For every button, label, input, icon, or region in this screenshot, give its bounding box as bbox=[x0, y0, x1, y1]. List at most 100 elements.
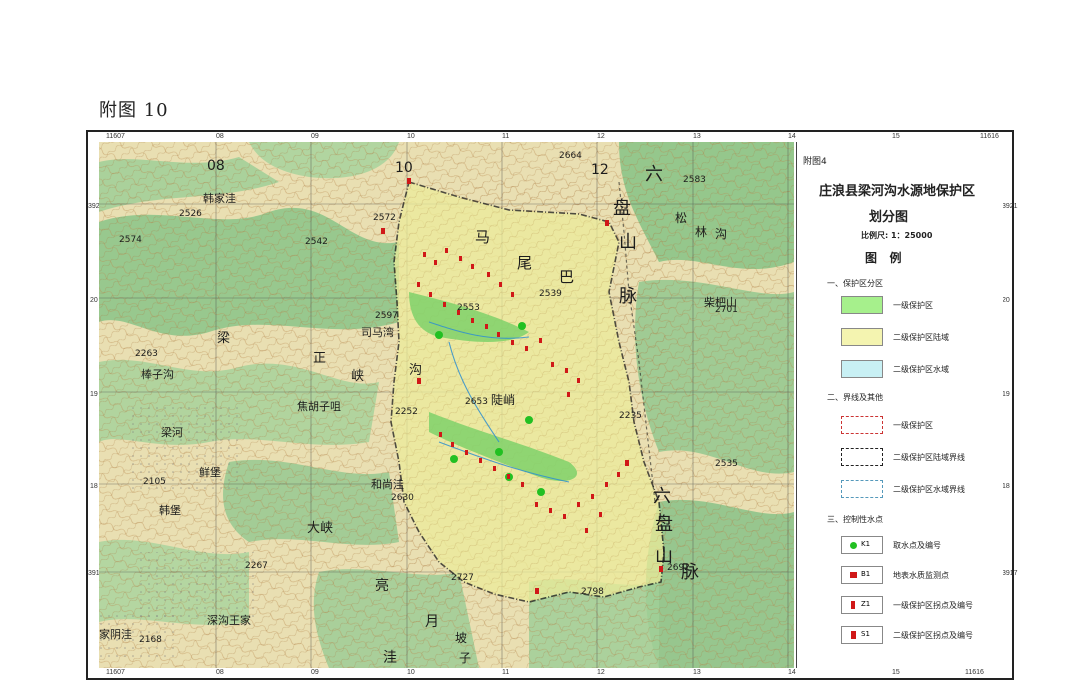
zone2-label: 二级保护区陆域 bbox=[893, 333, 949, 342]
top-tick: 11616 bbox=[980, 133, 999, 140]
map-label: 司马湾 bbox=[361, 325, 394, 339]
map-label: 山 bbox=[619, 232, 637, 253]
map-label: 林 bbox=[695, 225, 707, 239]
line2-swatch bbox=[841, 448, 883, 466]
map-label: 2630 bbox=[391, 493, 414, 503]
map-label: 家阴洼 bbox=[99, 627, 132, 641]
left-tick: 20 bbox=[90, 297, 98, 304]
zone1-label: 一级保护区 bbox=[893, 301, 933, 310]
top-tick: 11607 bbox=[106, 133, 125, 140]
map-label: 10 bbox=[395, 160, 413, 176]
map-label: 2526 bbox=[179, 209, 202, 219]
top-tick: 14 bbox=[788, 133, 796, 140]
map-label: 松 bbox=[675, 211, 687, 225]
map-label: 2727 bbox=[451, 573, 474, 583]
map-label: 子 bbox=[459, 651, 471, 665]
legend-title: 庄浪县梁河沟水源地保护区 bbox=[819, 184, 976, 199]
map-label: 梁 bbox=[217, 331, 230, 346]
zone1-swatch bbox=[841, 296, 883, 314]
line1-swatch bbox=[841, 416, 883, 434]
map-label: 峡 bbox=[351, 369, 364, 384]
intake-swatch: K1 bbox=[841, 536, 883, 554]
pt4-label: 二级保护区拐点及编号 bbox=[893, 631, 973, 640]
s-marker-swatch: S1 bbox=[841, 626, 883, 644]
page-title: 附图 10 bbox=[99, 100, 169, 121]
bottom-tick: 11616 bbox=[965, 669, 984, 676]
map-label: 2263 bbox=[135, 349, 158, 359]
map-label: 正 bbox=[313, 351, 326, 366]
monitor-code: B1 bbox=[861, 570, 871, 578]
map-label: 12 bbox=[591, 162, 609, 178]
bottom-tick: 08 bbox=[216, 669, 224, 676]
map-label: 六 bbox=[653, 486, 671, 507]
z-marker-code: Z1 bbox=[861, 600, 871, 608]
monitor-icon bbox=[850, 572, 857, 578]
left-tick: 18 bbox=[90, 483, 98, 490]
map-label: 2692 bbox=[667, 563, 690, 573]
legend-corner-note: 附图4 bbox=[803, 157, 827, 167]
top-tick: 09 bbox=[311, 133, 319, 140]
bottom-tick: 12 bbox=[597, 669, 605, 676]
pt3-label: 一级保护区拐点及编号 bbox=[893, 601, 973, 610]
map-label: 沟 bbox=[409, 363, 422, 378]
top-tick: 15 bbox=[892, 133, 900, 140]
bottom-tick: 10 bbox=[407, 669, 415, 676]
map-label: 2539 bbox=[539, 289, 562, 299]
map-label: 六 bbox=[645, 164, 663, 185]
map-label: 尾 bbox=[517, 254, 532, 272]
map-label: 梁河 bbox=[161, 425, 183, 439]
right-tick: 3921 bbox=[1002, 203, 1018, 210]
left-tick: 19 bbox=[90, 391, 98, 398]
map-label: 洼 bbox=[383, 650, 397, 666]
z-marker-swatch: Z1 bbox=[841, 596, 883, 614]
map-label: 鲜堡 bbox=[199, 465, 221, 479]
map-label: 08 bbox=[207, 158, 225, 174]
map-label: 2583 bbox=[683, 175, 706, 185]
line1-label: 一级保护区 bbox=[893, 421, 933, 430]
map-label: 马 bbox=[475, 228, 490, 246]
top-tick: 12 bbox=[597, 133, 605, 140]
s-marker-code: S1 bbox=[861, 630, 870, 638]
legend-heading: 图 例 bbox=[865, 251, 902, 265]
map-label: 棒子沟 bbox=[141, 367, 174, 381]
top-tick: 08 bbox=[216, 133, 224, 140]
map-label: 大峡 bbox=[307, 521, 333, 536]
zone3-swatch bbox=[841, 360, 883, 378]
right-tick: 20 bbox=[1002, 297, 1010, 304]
map-label: 沟 bbox=[715, 227, 727, 241]
top-tick: 11 bbox=[502, 133, 510, 140]
line3-swatch bbox=[841, 480, 883, 498]
legend-subtitle: 划分图 bbox=[869, 210, 909, 225]
bottom-tick: 13 bbox=[693, 669, 701, 676]
topographic-map[interactable]: 08 10 12 六 盘 山 脉 六 盘 山 脉 马 尾 巴 松 林 沟 柴杷山… bbox=[99, 142, 794, 668]
map-label: 盘 bbox=[613, 198, 631, 219]
map-label: 陡峭 bbox=[491, 393, 515, 407]
bottom-tick: 15 bbox=[892, 669, 900, 676]
top-tick: 13 bbox=[693, 133, 701, 140]
map-label: 2267 bbox=[245, 561, 268, 571]
map-label: 2105 bbox=[143, 477, 166, 487]
map-label: 2798 bbox=[581, 587, 604, 597]
map-label: 坡 bbox=[455, 631, 467, 645]
monitor-swatch: B1 bbox=[841, 566, 883, 584]
map-label: 2252 bbox=[395, 407, 418, 417]
top-tick: 10 bbox=[407, 133, 415, 140]
map-label: 2535 bbox=[715, 459, 738, 469]
map-label: 2235 bbox=[619, 411, 642, 421]
legend-panel: 附图4 庄浪县梁河沟水源地保护区 划分图 比例尺: 1：25000 图 例 一、… bbox=[796, 142, 1003, 668]
s-marker-icon bbox=[851, 631, 856, 639]
map-label: 2168 bbox=[139, 635, 162, 645]
right-tick: 3917 bbox=[1002, 570, 1018, 577]
map-label: 亮 bbox=[375, 577, 389, 594]
pt2-label: 地表水质监测点 bbox=[893, 571, 949, 580]
right-tick: 19 bbox=[1002, 391, 1010, 398]
map-label: 盘 bbox=[655, 514, 673, 535]
map-label: 脉 bbox=[619, 286, 637, 307]
line2-label: 二级保护区陆域界线 bbox=[893, 453, 965, 462]
map-label: 2653 bbox=[465, 397, 488, 407]
map-label: 2572 bbox=[373, 213, 396, 223]
bottom-tick: 14 bbox=[788, 669, 796, 676]
bottom-tick: 09 bbox=[311, 669, 319, 676]
intake-code: K1 bbox=[861, 540, 871, 548]
intake-icon bbox=[850, 542, 857, 549]
